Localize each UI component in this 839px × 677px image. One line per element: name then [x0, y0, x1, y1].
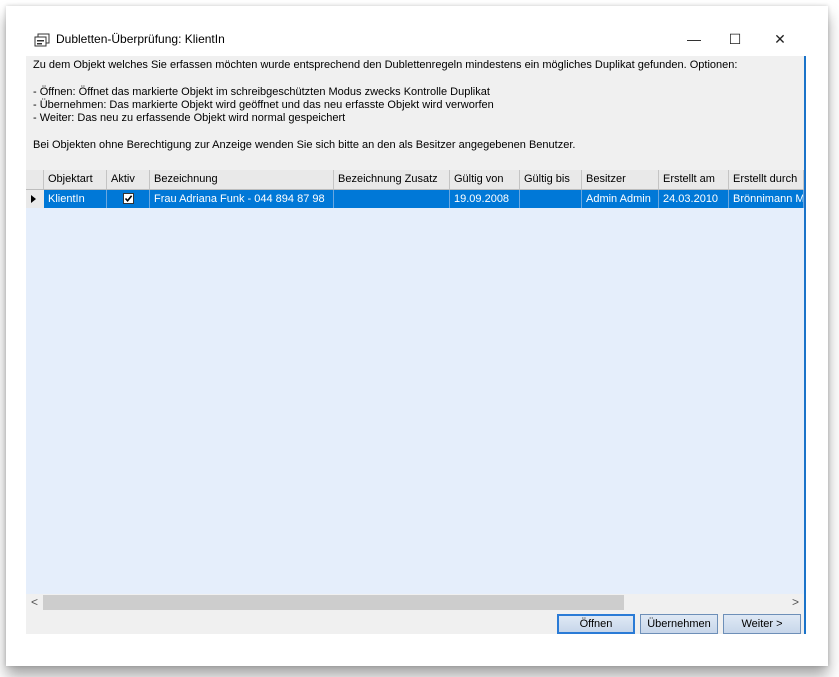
- column-header-bezeichnung[interactable]: Bezeichnung: [150, 170, 334, 189]
- cell-objektart[interactable]: KlientIn: [44, 190, 107, 208]
- take-over-button[interactable]: Übernehmen: [640, 614, 718, 634]
- cell-gueltig-von[interactable]: 19.09.2008: [450, 190, 520, 208]
- column-header-gueltig-von[interactable]: Gültig von: [450, 170, 520, 189]
- column-header-besitzer[interactable]: Besitzer: [582, 170, 659, 189]
- column-header-objektart[interactable]: Objektart: [44, 170, 107, 189]
- open-button[interactable]: Öffnen: [557, 614, 635, 634]
- cell-besitzer[interactable]: Admin Admin: [582, 190, 659, 208]
- row-selector[interactable]: [26, 190, 45, 208]
- minimize-button[interactable]: —: [674, 26, 714, 52]
- message-text: Zu dem Objekt welches Sie erfassen möcht…: [33, 59, 737, 152]
- title-bar[interactable]: Dubletten-Überprüfung: KlientIn — ☐ ✕: [6, 6, 828, 47]
- duplicate-check-icon: [34, 33, 50, 47]
- scroll-left-arrow-icon[interactable]: <: [26, 594, 43, 611]
- button-bar: Öffnen Übernehmen Weiter >: [26, 611, 804, 634]
- cell-bezeichnung[interactable]: Frau Adriana Funk - 044 894 87 98: [150, 190, 334, 208]
- close-button[interactable]: ✕: [760, 26, 800, 52]
- window-title: Dubletten-Überprüfung: KlientIn: [56, 32, 225, 46]
- cell-erstellt-durch[interactable]: Brönnimann Mic: [729, 190, 804, 208]
- grid-header: Objektart Aktiv Bezeichnung Bezeichnung …: [26, 170, 804, 190]
- maximize-button[interactable]: ☐: [715, 26, 755, 52]
- horizontal-scrollbar[interactable]: < >: [26, 594, 804, 611]
- cell-gueltig-bis[interactable]: [520, 190, 582, 208]
- checkmark-icon: [124, 195, 133, 203]
- option-open-description: - Öffnen: Öffnet das markierte Objekt im…: [33, 85, 490, 98]
- current-row-arrow-icon: [31, 195, 36, 203]
- cell-bezeichnung-zusatz[interactable]: [334, 190, 450, 208]
- dialog-content: Zu dem Objekt welches Sie erfassen möcht…: [26, 56, 806, 634]
- option-take-description: - Übernehmen: Das markierte Objekt wird …: [33, 98, 494, 111]
- column-header-aktiv[interactable]: Aktiv: [107, 170, 150, 189]
- scroll-right-arrow-icon[interactable]: >: [787, 594, 804, 611]
- dialog-window: Dubletten-Überprüfung: KlientIn — ☐ ✕ Zu…: [6, 6, 828, 666]
- next-button[interactable]: Weiter >: [723, 614, 801, 634]
- aktiv-checkbox[interactable]: [123, 193, 134, 204]
- duplicates-grid[interactable]: Objektart Aktiv Bezeichnung Bezeichnung …: [26, 170, 804, 594]
- column-header-bezeichnung-zusatz[interactable]: Bezeichnung Zusatz: [334, 170, 450, 189]
- cell-aktiv[interactable]: [107, 190, 150, 208]
- cell-erstellt-am[interactable]: 24.03.2010: [659, 190, 729, 208]
- column-header-erstellt-durch[interactable]: Erstellt durch: [729, 170, 804, 189]
- table-row[interactable]: KlientIn Frau Adriana Funk - 044 894 87 …: [26, 190, 804, 208]
- message-intro: Zu dem Objekt welches Sie erfassen möcht…: [33, 59, 738, 71]
- column-header-erstellt-am[interactable]: Erstellt am: [659, 170, 729, 189]
- scroll-thumb[interactable]: [43, 595, 624, 610]
- column-header-gueltig-bis[interactable]: Gültig bis: [520, 170, 582, 189]
- option-next-description: - Weiter: Das neu zu erfassende Objekt w…: [33, 112, 346, 125]
- header-corner: [26, 170, 44, 189]
- permission-note: Bei Objekten ohne Berechtigung zur Anzei…: [33, 138, 576, 151]
